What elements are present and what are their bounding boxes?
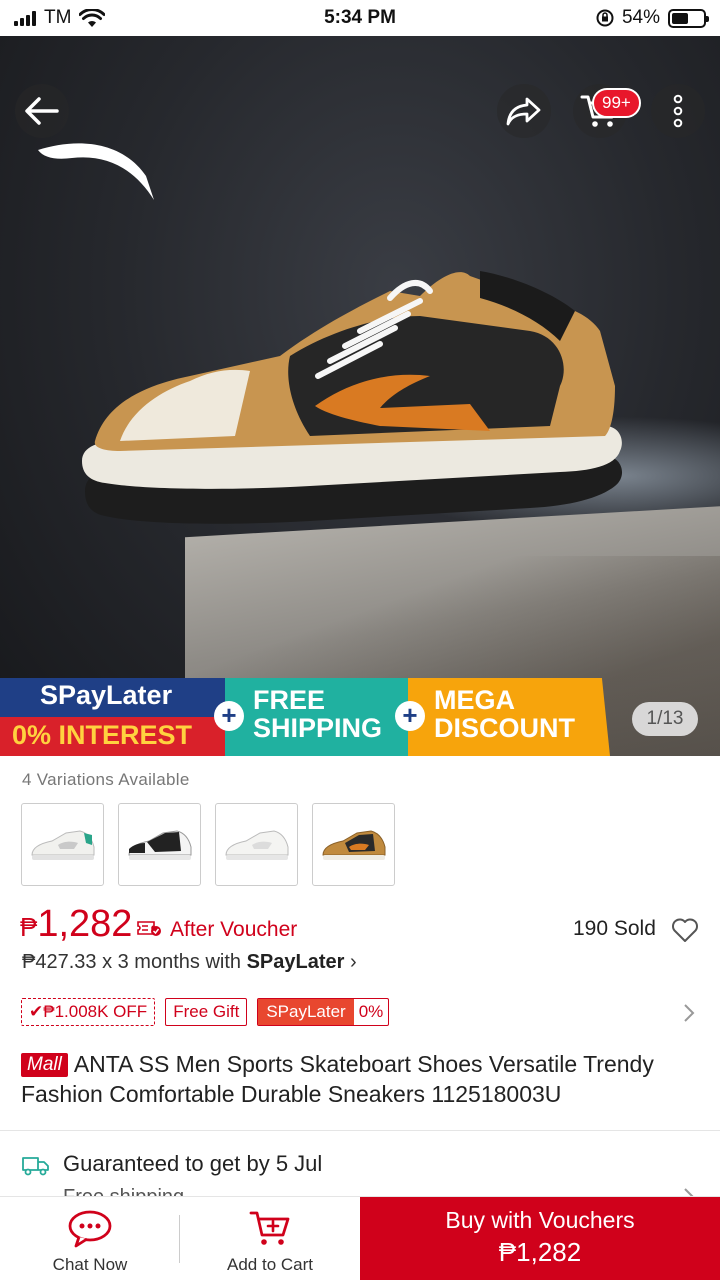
product-shoe-image <box>82 271 623 524</box>
variations-label: 4 Variations Available <box>22 770 190 789</box>
price-currency: ₱ <box>20 912 38 942</box>
divider <box>0 1130 720 1131</box>
add-cart-icon <box>249 1211 290 1245</box>
product-title-text: ANTA SS Men Sports Skateboart Shoes Vers… <box>21 1051 654 1107</box>
status-bar: TM 5:34 PM 54% <box>0 0 720 36</box>
heart-icon[interactable] <box>671 917 699 943</box>
price-amount: 1,282 <box>37 903 133 945</box>
promo-free-shipping: FREE SHIPPING <box>225 678 408 756</box>
cart-count-badge: 99+ <box>592 88 641 118</box>
share-icon <box>506 97 541 126</box>
more-vertical-icon <box>673 94 683 128</box>
product-title: Mall ANTA SS Men Sports Skateboart Shoes … <box>21 1049 701 1109</box>
variation-thumb-brown-black[interactable] <box>312 803 395 886</box>
shoe-thumbnail-icon <box>321 829 385 860</box>
product-image-carousel[interactable]: 99+ <box>0 36 720 756</box>
shoe-thumbnail-icon <box>127 829 191 860</box>
bottom-action-bar: Chat Now Add to Cart Buy with Vouchers ₱… <box>0 1196 720 1280</box>
chat-now-label: Chat Now <box>52 1255 128 1274</box>
promo-shipping-label: SHIPPING <box>253 713 383 743</box>
buy-price: ₱1,282 <box>498 1237 582 1267</box>
promo-tags[interactable]: ✔₱1.008K OFF Free Gift SPayLater 0% <box>21 998 390 1026</box>
sold-count: 190 Sold <box>573 917 656 940</box>
more-options-button[interactable] <box>651 84 705 138</box>
shipping-truck-icon <box>22 1157 49 1176</box>
promo-mega-discount: MEGA DISCOUNT <box>408 678 610 756</box>
plus-icon: + <box>214 701 244 731</box>
price: ₱1,282 <box>20 903 132 948</box>
variation-thumb-white-green[interactable] <box>21 803 104 886</box>
share-button[interactable] <box>497 84 551 138</box>
promo-spaylater-label: SPayLater <box>40 680 173 710</box>
discount-tag: ✔₱1.008K OFF <box>21 998 156 1026</box>
battery-percent: 54% <box>621 7 660 28</box>
free-gift-tag: Free Gift <box>165 998 248 1026</box>
add-to-cart-label: Add to Cart <box>227 1255 313 1274</box>
buy-label: Buy with Vouchers <box>445 1207 635 1233</box>
shoe-thumbnail-icon <box>224 829 288 860</box>
status-right: 54% <box>596 7 709 29</box>
delivery-guarantee[interactable]: Guaranteed to get by 5 Jul <box>63 1151 322 1177</box>
after-voucher-label: After Voucher <box>170 918 298 941</box>
installment-text: ₱427.33 x 3 months with <box>22 951 247 973</box>
promo-free-label: FREE <box>253 685 326 715</box>
promo-interest-label: 0% INTEREST <box>12 720 193 750</box>
spaylater-tag-label: SPayLater <box>258 999 354 1025</box>
promo-banner[interactable]: SPayLater 0% INTEREST FREE SHIPPING MEGA… <box>0 678 610 756</box>
chevron-right-icon: › <box>349 951 357 973</box>
promo-discount-label: DISCOUNT <box>434 713 575 743</box>
promo-spaylater: SPayLater 0% INTEREST <box>0 678 225 756</box>
image-counter: 1/13 <box>632 702 698 736</box>
back-button[interactable] <box>15 84 69 138</box>
variation-thumb-all-white[interactable] <box>215 803 298 886</box>
chat-icon <box>68 1210 112 1248</box>
add-to-cart-button[interactable]: Add to Cart <box>180 1197 360 1280</box>
orientation-lock-icon <box>596 9 614 27</box>
battery-icon <box>668 8 709 28</box>
shoe-thumbnail-icon <box>30 829 94 860</box>
voucher-icon <box>137 921 161 936</box>
chevron-right-icon[interactable] <box>682 1002 696 1024</box>
promo-mega-label: MEGA <box>434 685 515 715</box>
mall-badge: Mall <box>21 1053 68 1077</box>
chat-now-button[interactable]: Chat Now <box>0 1197 180 1280</box>
brand-logo <box>38 143 154 200</box>
installment-info[interactable]: ₱427.33 x 3 months with SPayLater › <box>22 951 357 974</box>
buy-with-vouchers-button[interactable]: Buy with Vouchers ₱1,282 <box>360 1197 720 1280</box>
plus-icon: + <box>395 701 425 731</box>
spaylater-tag-rate: 0% <box>358 1002 384 1021</box>
variation-thumb-black-white[interactable] <box>118 803 201 886</box>
variation-thumbnails <box>21 803 395 886</box>
arrow-left-icon <box>25 97 59 125</box>
installment-brand: SPayLater <box>246 951 345 973</box>
spaylater-tag: SPayLater 0% <box>257 998 390 1026</box>
